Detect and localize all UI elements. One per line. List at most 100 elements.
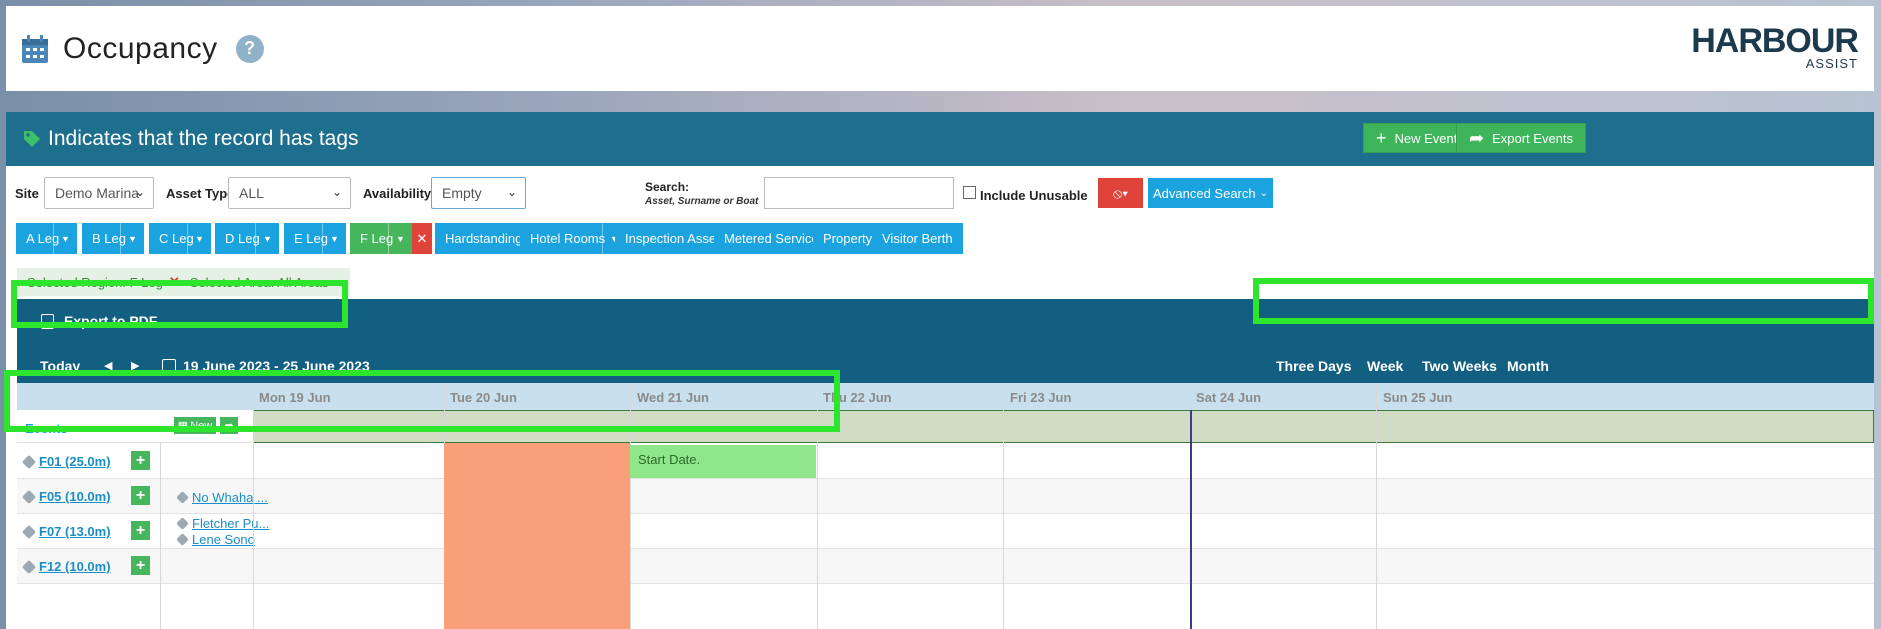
advanced-search-button[interactable]: Advanced Search ⌄	[1148, 178, 1273, 208]
panel-title: Indicates that the record has tags	[48, 127, 359, 150]
region-f-leg[interactable]: F Leg ▼	[350, 223, 412, 254]
search-hint: Asset, Surname or Boat	[645, 196, 759, 207]
area-label: Metered Services	[724, 231, 826, 246]
share-icon: ➦	[1469, 127, 1485, 148]
highlight-date-nav	[11, 280, 348, 328]
occupant-link[interactable]: Lene Sono	[192, 532, 255, 547]
asset-link[interactable]: F12 (10.0m)	[39, 559, 111, 574]
table-row: F07 (13.0m) + Fletcher Pu... Lene Sono	[17, 514, 1874, 549]
area-label: Inspection Assets	[625, 231, 727, 246]
caret-down-icon[interactable]: ▼	[53, 223, 77, 254]
logo-main-text: HARBOUR	[1691, 22, 1859, 60]
include-unusable-checkbox[interactable]	[963, 186, 976, 199]
region-a-leg[interactable]: A Leg ▼	[16, 223, 77, 254]
current-day-line	[1190, 410, 1192, 629]
chevron-down-icon: ⌄	[134, 185, 145, 199]
area-label: Visitor Berth	[882, 231, 953, 246]
clear-region-button[interactable]: ✕	[412, 223, 432, 254]
chevron-down-icon: ⌄	[331, 185, 342, 199]
availability-select[interactable]: Empty ⌄	[431, 177, 526, 209]
export-events-label: Export Events	[1492, 130, 1574, 146]
chevron-down-icon: ⌄	[1259, 187, 1268, 199]
site-select[interactable]: Demo Marina ⌄	[44, 177, 154, 209]
asset-link[interactable]: F01 (25.0m)	[39, 454, 111, 469]
advanced-search-label: Advanced Search	[1152, 185, 1256, 201]
availability-value: Empty	[442, 185, 482, 201]
asset-type-label: Asset Type	[166, 186, 235, 201]
new-event-label: New Event	[1394, 130, 1458, 146]
asset-link[interactable]: F07 (13.0m)	[39, 524, 111, 539]
region-e-leg[interactable]: E Leg ▼	[284, 223, 346, 254]
close-icon: ✕	[416, 230, 428, 246]
day-sun: Sun 25 Jun	[1383, 390, 1453, 405]
area-visitor-berth[interactable]: Visitor Berth	[872, 223, 963, 254]
add-booking-button[interactable]: +	[131, 521, 150, 540]
tag-icon	[24, 131, 40, 147]
availability-label: Availability:	[363, 186, 436, 201]
caret-down-icon[interactable]: ▼	[255, 223, 279, 254]
panel-header: Indicates that the record has tags + New…	[6, 112, 1874, 166]
caret-down-icon[interactable]: ▼	[388, 223, 412, 254]
plus-icon: +	[1376, 127, 1387, 148]
tag-icon	[21, 454, 37, 470]
asset-link[interactable]: F05 (10.0m)	[39, 489, 111, 504]
column-divider	[1003, 383, 1004, 629]
view-two-weeks[interactable]: Two Weeks	[1422, 358, 1497, 374]
include-unusable-label: Include Unusable	[980, 188, 1088, 203]
clear-filter-button[interactable]: ⦸▾	[1098, 178, 1143, 208]
search-input[interactable]	[764, 177, 954, 209]
column-divider	[1376, 383, 1377, 629]
booking-block[interactable]	[444, 443, 630, 629]
search-label: Search:	[645, 180, 690, 194]
area-hardstanding[interactable]: Hardstanding	[435, 223, 533, 254]
filter-row: Site Demo Marina ⌄ Asset Type ALL ⌄ Avai…	[6, 174, 1874, 210]
region-buttons: A Leg ▼ B Leg ▼ C Leg ▼ D Leg ▼ E Leg ▼ F Leg…	[6, 223, 1874, 254]
day-fri: Fri 23 Jun	[1010, 390, 1072, 405]
new-event-button[interactable]: + New Event	[1363, 123, 1471, 153]
view-month[interactable]: Month	[1507, 358, 1549, 374]
export-events-button[interactable]: ➦ Export Events	[1456, 123, 1587, 153]
tag-icon	[21, 489, 37, 505]
start-date-text: Start Date.	[638, 452, 701, 467]
day-sat: Sat 24 Jun	[1196, 390, 1262, 405]
add-booking-button[interactable]: +	[131, 556, 150, 575]
chevron-down-icon: ⌄	[506, 185, 517, 199]
caret-down-icon[interactable]: ▼	[322, 223, 346, 254]
area-hotel-rooms[interactable]: Hotel Rooms▼	[520, 223, 626, 254]
table-row: F05 (10.0m) + No Whaha ...	[17, 479, 1874, 514]
caret-down-icon[interactable]: ▼	[187, 223, 211, 254]
region-b-leg[interactable]: B Leg ▼	[82, 223, 144, 254]
highlight-f01-row	[4, 370, 840, 432]
region-d-leg[interactable]: D Leg ▼	[215, 223, 279, 254]
table-row: F01 (25.0m) +	[17, 444, 1874, 479]
tag-icon	[21, 524, 37, 540]
clear-filter-icon: ⦸▾	[1112, 184, 1128, 201]
add-booking-button[interactable]: +	[131, 451, 150, 470]
add-booking-button[interactable]: +	[131, 486, 150, 505]
tag-icon	[176, 517, 189, 530]
help-icon[interactable]: ?	[235, 34, 264, 63]
calendar-icon	[22, 34, 48, 63]
site-value: Demo Marina	[55, 185, 140, 201]
view-three-days[interactable]: Three Days	[1276, 358, 1351, 374]
page-title: Occupancy	[63, 31, 218, 65]
region-c-leg[interactable]: C Leg ▼	[149, 223, 211, 254]
occupant-link[interactable]: No Whaha ...	[192, 490, 268, 505]
view-week[interactable]: Week	[1367, 358, 1403, 374]
top-bar: Occupancy ? HARBOUR ASSIST	[6, 6, 1874, 91]
column-divider	[160, 443, 161, 629]
highlight-view-buttons	[1253, 278, 1874, 324]
area-label: Hotel Rooms	[530, 231, 606, 246]
harbour-assist-logo: HARBOUR ASSIST	[1691, 22, 1859, 71]
site-label: Site	[15, 186, 39, 201]
asset-type-select[interactable]: ALL ⌄	[228, 177, 351, 209]
tag-icon	[176, 491, 189, 504]
asset-type-value: ALL	[239, 185, 264, 201]
area-label: Property	[823, 231, 873, 246]
occupant-link[interactable]: Fletcher Pu...	[192, 516, 269, 531]
occupancy-panel: Indicates that the record has tags + New…	[4, 112, 1874, 629]
table-row: F12 (10.0m) +	[17, 549, 1874, 584]
caret-down-icon[interactable]: ▼	[120, 223, 144, 254]
start-date-event[interactable]: Start Date.	[630, 445, 816, 478]
area-label: Hardstanding	[445, 231, 523, 246]
